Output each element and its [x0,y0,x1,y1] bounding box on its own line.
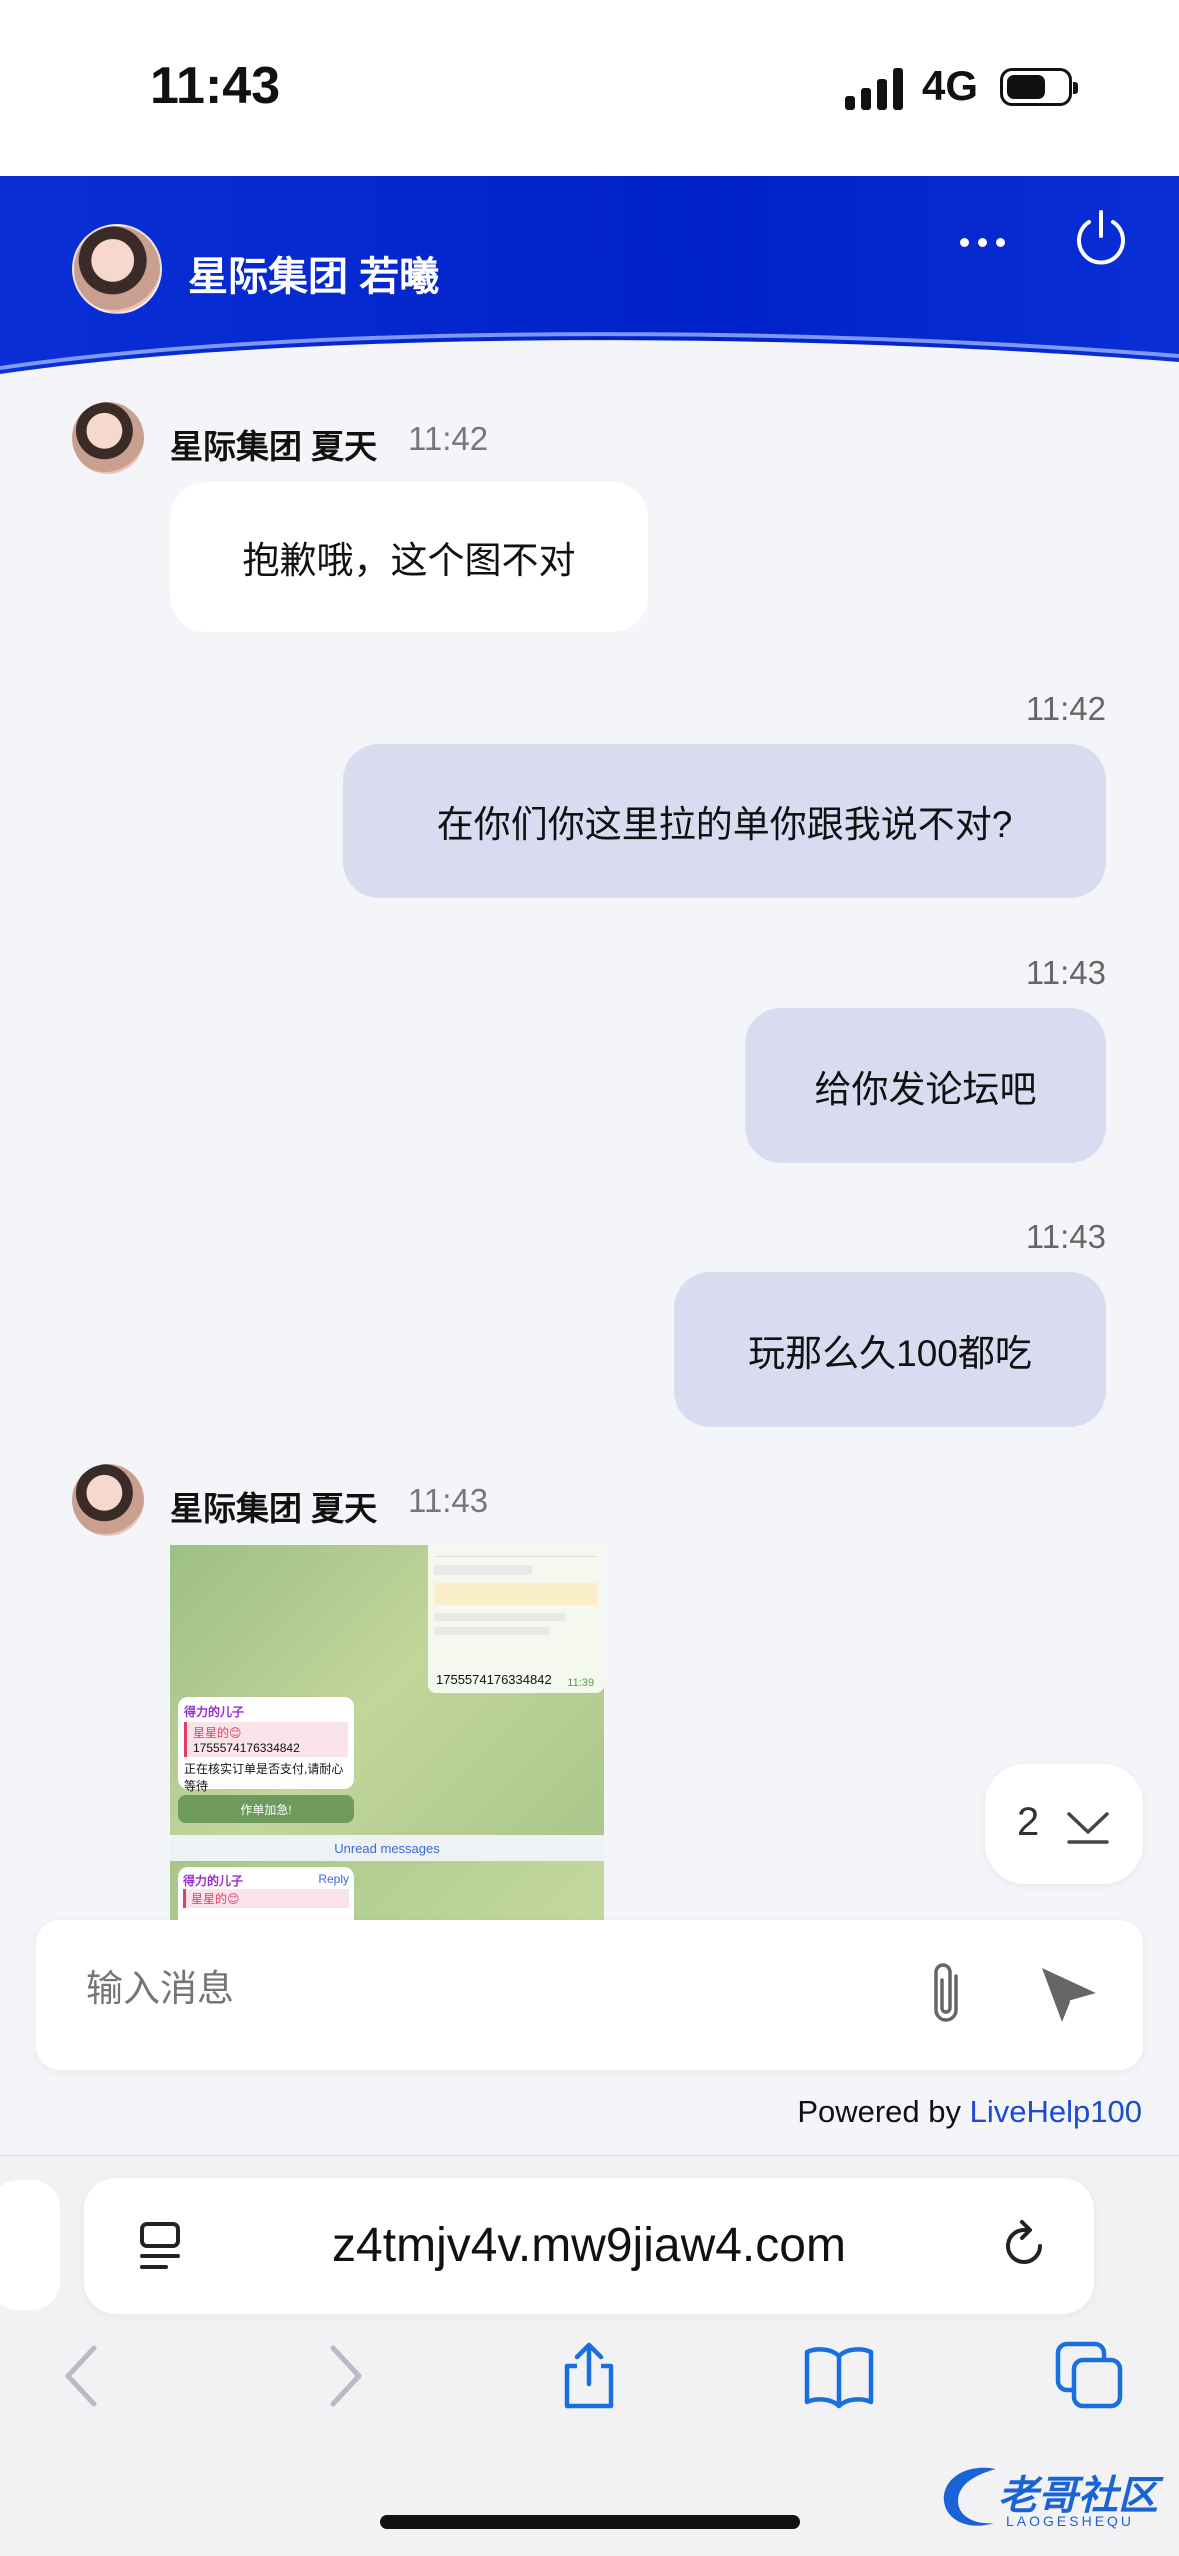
outgoing-message-bubble: 给你发论坛吧 [745,1008,1106,1163]
back-icon[interactable] [50,2340,122,2412]
incoming-message-bubble: 抱歉哦，这个图不对 [170,482,648,632]
message-input[interactable] [86,1968,886,2010]
send-icon[interactable] [1036,1960,1102,2026]
message-time: 11:43 [408,1482,489,1519]
screenshot-button: 作单加急! [178,1795,354,1823]
group-name: 得力的儿子 [184,1705,245,1719]
quote-number: 1755574176334842 [193,1741,300,1755]
outgoing-message-bubble: 在你们你这里拉的单你跟我说不对? [343,744,1106,898]
power-icon[interactable] [1070,206,1132,268]
screenshot-time: 11:39 [567,1677,594,1689]
network-type: 4G [922,62,979,109]
screenshot-message: 得力的儿子 Reply 星星的😊 [178,1867,354,1920]
message-time: 11:43 [1025,954,1106,991]
quoted-message: 星星的😊 1755574176334842 [184,1722,348,1757]
more-options-icon[interactable] [958,228,1008,258]
url-text: z4tmjv4v.mw9jiaw4.com [332,2219,846,2272]
reload-icon[interactable] [996,2218,1052,2274]
message-composer [36,1920,1143,2070]
chat-header: 星际集团 若曦 [0,176,1179,386]
sender-name: 星际集团 夏天 [170,428,378,465]
share-icon[interactable] [553,2340,625,2412]
status-time: 11:43 [150,57,281,115]
screenshot-card: 1755574176334842 11:39 [428,1545,604,1693]
outgoing-message-bubble: 玩那么久100都吃 [674,1272,1106,1427]
scroll-to-bottom-button[interactable]: 2 [985,1764,1143,1884]
tabs-icon[interactable] [1054,2340,1126,2412]
bookmarks-icon[interactable] [803,2340,875,2412]
dragon-logo-icon [943,2467,996,2526]
screenshot-body: 正在核实订单是否支付,请耐心等待 [184,1762,344,1793]
chevron-down-icon [1067,1812,1109,1844]
agent-avatar [72,224,162,314]
screenshot-message: 得力的儿子 星星的😊 1755574176334842 正在核实订单是否支付,请… [178,1697,354,1808]
header-wave [0,332,1179,386]
screen: 11:43 4G 星际集团 若曦 星际集团 夏天 11:42 抱歉哦，这个图不对… [0,0,1179,2556]
unread-divider: Unread messages [170,1835,604,1861]
image-message[interactable]: 1755574176334842 11:39 得力的儿子 星星的😊 175557… [170,1545,604,1920]
powered-by: Powered by LiveHelp100 [797,2094,1142,2130]
message-time: 11:42 [1025,690,1106,727]
home-indicator [380,2515,800,2529]
message-time: 11:43 [1025,1218,1106,1255]
quote-name: 星星的😊 [193,1726,242,1740]
unread-count: 2 [1017,1800,1040,1844]
screenshot-number: 1755574176334842 [436,1672,552,1687]
address-bar[interactable]: z4tmjv4v.mw9jiaw4.com [84,2178,1094,2314]
livehelp-link[interactable]: LiveHelp100 [970,2094,1142,2129]
paperclip-icon[interactable] [916,1958,976,2030]
watermark-logo: 老哥社区 LAOGESHEQU [936,2455,1166,2545]
message-time: 11:42 [408,420,489,457]
signal-icon [845,68,905,110]
previous-tab-preview[interactable] [0,2180,60,2310]
sender-avatar [72,1464,144,1536]
reply-label: Reply [318,1872,349,1886]
group-name: 得力的儿子 [183,1874,244,1888]
battery-icon [1000,68,1078,106]
sender-name: 星际集团 夏天 [170,1490,378,1527]
quote-name: 星星的😊 [191,1892,240,1906]
sender-avatar [72,402,144,474]
forward-icon[interactable] [305,2340,377,2412]
status-bar: 11:43 4G [0,0,1179,176]
agent-name: 星际集团 若曦 [188,255,440,299]
watermark-subtitle: LAOGESHEQU [1006,2513,1135,2529]
powered-by-text: Powered by [797,2094,970,2129]
